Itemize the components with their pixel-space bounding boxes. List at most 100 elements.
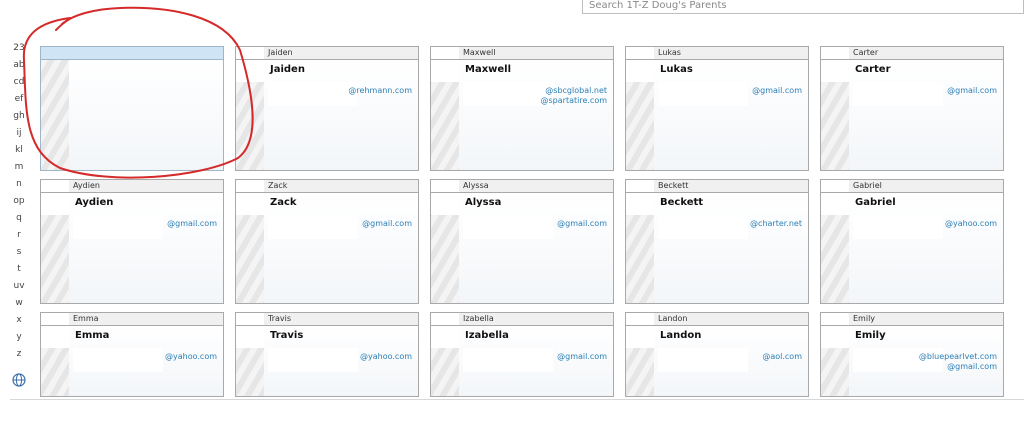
index-letter[interactable]: kl	[8, 142, 30, 159]
redaction-mask	[626, 180, 654, 192]
contact-card[interactable]: Aydien Aydien @gmail.com	[40, 179, 224, 304]
contact-card[interactable]: Beckett Beckett @charter.net	[625, 179, 809, 304]
contact-card-body[interactable]: Emily @bluepearlvet.com @gmail.com	[820, 326, 1004, 397]
contact-card-body[interactable]: Emma @yahoo.com	[40, 326, 224, 397]
contact-email-link[interactable]: @gmail.com	[855, 86, 997, 95]
contact-email-link[interactable]: @rehmann.com	[270, 86, 412, 95]
contact-card[interactable]: Alyssa Alyssa @gmail.com	[430, 179, 614, 304]
contact-card-body[interactable]: Maxwell @sbcglobal.net @spartatire.com	[430, 60, 614, 171]
index-letter[interactable]: cd	[8, 74, 30, 91]
index-letter[interactable]: n	[8, 176, 30, 193]
index-letter[interactable]: ab	[8, 57, 30, 74]
contact-card-header[interactable]: Zack	[235, 179, 419, 193]
contact-email-link[interactable]: @yahoo.com	[855, 219, 997, 228]
contact-header-label: Gabriel	[853, 181, 882, 190]
contact-card-body[interactable]: Izabella @gmail.com	[430, 326, 614, 397]
contact-email-link[interactable]: @gmail.com	[465, 219, 607, 228]
search-input[interactable]	[583, 0, 1023, 11]
index-letter[interactable]: s	[8, 244, 30, 261]
contact-card-header[interactable]: Gabriel	[820, 179, 1004, 193]
redaction-mask	[236, 193, 264, 215]
contact-card-header[interactable]: Aydien	[40, 179, 224, 193]
redaction-mask	[821, 60, 849, 82]
contact-card[interactable]: Emily Emily @bluepearlvet.com @gmail.com	[820, 312, 1004, 397]
contact-card-header[interactable]: Travis	[235, 312, 419, 326]
contact-card-header[interactable]	[40, 46, 224, 60]
index-letter[interactable]: t	[8, 261, 30, 278]
contact-card[interactable]: Izabella Izabella @gmail.com	[430, 312, 614, 397]
contact-card[interactable]: Carter Carter @gmail.com	[820, 46, 1004, 171]
contact-header-label: Landon	[658, 314, 688, 323]
contact-card[interactable]: Maxwell Maxwell @sbcglobal.net @spartatire.…	[430, 46, 614, 171]
contact-email-link[interactable]: @gmail.com	[660, 86, 802, 95]
contact-card-body[interactable]: Aydien @gmail.com	[40, 193, 224, 304]
contact-email-link[interactable]: @gmail.com	[75, 219, 217, 228]
contact-email-link[interactable]: @aol.com	[660, 352, 802, 361]
contact-name: Beckett	[660, 197, 704, 208]
search-box[interactable]	[582, 0, 1024, 14]
contact-photo-placeholder	[41, 60, 69, 170]
index-letter[interactable]: z	[8, 346, 30, 363]
contact-card-body[interactable]: Carter @gmail.com	[820, 60, 1004, 171]
contact-email-link[interactable]: @bluepearlvet.com	[855, 352, 997, 361]
contact-email-link[interactable]: @yahoo.com	[270, 352, 412, 361]
contact-card-header[interactable]: Lukas	[625, 46, 809, 60]
index-letter[interactable]: gh	[8, 108, 30, 125]
redaction-mask	[821, 47, 849, 59]
contact-card[interactable]: Zack Zack @gmail.com	[235, 179, 419, 304]
contact-email-link[interactable]: @gmail.com	[855, 362, 997, 371]
index-letter[interactable]: 23	[8, 40, 30, 57]
index-letter[interactable]: m	[8, 159, 30, 176]
contact-name: Lukas	[660, 64, 693, 75]
contact-email-link[interactable]: @yahoo.com	[75, 352, 217, 361]
contact-card-body[interactable]: Jaiden @rehmann.com	[235, 60, 419, 171]
contact-card[interactable]	[40, 46, 224, 171]
contact-card-header[interactable]: Jaiden	[235, 46, 419, 60]
contact-card-header[interactable]: Alyssa	[430, 179, 614, 193]
contact-card-body[interactable]: Alyssa @gmail.com	[430, 193, 614, 304]
contact-card-header[interactable]: Beckett	[625, 179, 809, 193]
redaction-mask	[626, 193, 654, 215]
contact-email-link[interactable]: @gmail.com	[465, 352, 607, 361]
index-letter[interactable]: op	[8, 193, 30, 210]
contact-email-link[interactable]: @gmail.com	[270, 219, 412, 228]
contact-card-body[interactable]: Landon @aol.com	[625, 326, 809, 397]
index-letter[interactable]: q	[8, 210, 30, 227]
contact-card-body[interactable]: Travis @yahoo.com	[235, 326, 419, 397]
contact-name: Emily	[855, 330, 886, 341]
contact-card-body[interactable]: Gabriel @yahoo.com	[820, 193, 1004, 304]
contact-card-header[interactable]: Emma	[40, 312, 224, 326]
globe-icon[interactable]	[12, 373, 26, 387]
contact-card-header[interactable]: Maxwell	[430, 46, 614, 60]
contact-card[interactable]: Gabriel Gabriel @yahoo.com	[820, 179, 1004, 304]
contact-email-link[interactable]: @spartatire.com	[465, 96, 608, 105]
contact-header-label: Maxwell	[463, 48, 496, 57]
contact-email-link[interactable]: @charter.net	[660, 219, 802, 228]
contact-card-header[interactable]: Landon	[625, 312, 809, 326]
contact-card-body[interactable]: Beckett @charter.net	[625, 193, 809, 304]
index-letter[interactable]: r	[8, 227, 30, 244]
index-letter[interactable]: x	[8, 312, 30, 329]
redaction-mask	[236, 60, 264, 82]
contact-card[interactable]: Lukas Lukas @gmail.com	[625, 46, 809, 171]
index-letter[interactable]: uv	[8, 278, 30, 295]
index-letter[interactable]: ef	[8, 91, 30, 108]
index-letter[interactable]: y	[8, 329, 30, 346]
contact-email-link[interactable]: @sbcglobal.net	[465, 86, 607, 95]
contact-card[interactable]: Travis Travis @yahoo.com	[235, 312, 419, 397]
contact-card-header[interactable]: Emily	[820, 312, 1004, 326]
contact-card[interactable]: Jaiden Jaiden @rehmann.com	[235, 46, 419, 171]
index-letter[interactable]: w	[8, 295, 30, 312]
contact-card-header[interactable]: Izabella	[430, 312, 614, 326]
contact-card[interactable]: Emma Emma @yahoo.com	[40, 312, 224, 397]
contacts-view: 23abcdefghijklmnopqrstuvwxyz JaidenJaide…	[0, 0, 1024, 430]
contact-card-body[interactable]: Zack @gmail.com	[235, 193, 419, 304]
contact-name: Travis	[270, 330, 304, 341]
redaction-mask	[236, 47, 264, 59]
contact-card-body[interactable]	[40, 60, 224, 171]
contact-card-body[interactable]: Lukas @gmail.com	[625, 60, 809, 171]
index-letter[interactable]: ij	[8, 125, 30, 142]
contact-card-header[interactable]: Carter	[820, 46, 1004, 60]
contact-card[interactable]: Landon Landon @aol.com	[625, 312, 809, 397]
redaction-mask	[431, 326, 459, 348]
